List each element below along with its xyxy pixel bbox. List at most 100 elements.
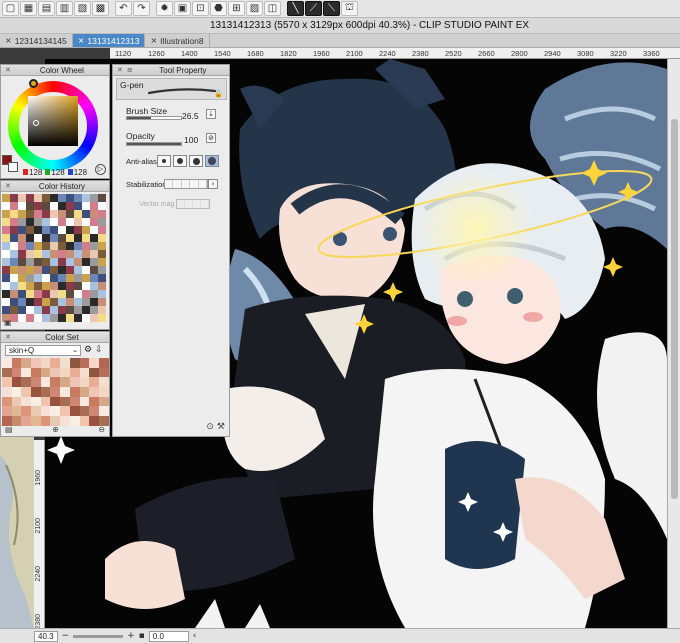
undo-icon[interactable]: ↶: [115, 1, 132, 16]
history-swatch[interactable]: [98, 194, 106, 202]
history-swatch[interactable]: [50, 298, 58, 306]
history-swatch[interactable]: [50, 258, 58, 266]
color-set-swatch[interactable]: [69, 387, 80, 397]
color-set-swatch[interactable]: [2, 406, 12, 417]
close-icon[interactable]: ✕: [5, 182, 11, 190]
color-set-swatch[interactable]: [98, 396, 109, 407]
history-swatch[interactable]: [98, 210, 106, 218]
history-swatch[interactable]: [74, 266, 82, 274]
history-swatch[interactable]: [58, 250, 66, 258]
history-swatch[interactable]: [34, 234, 42, 242]
history-swatch[interactable]: [10, 194, 18, 202]
history-swatch[interactable]: [98, 274, 106, 282]
color-set-swatch[interactable]: [50, 367, 61, 378]
history-swatch[interactable]: [2, 258, 10, 266]
history-swatch[interactable]: [26, 306, 34, 314]
history-swatch[interactable]: [90, 306, 98, 314]
close-tab-icon[interactable]: ×: [78, 36, 85, 45]
crop-icon[interactable]: ⊡: [192, 1, 209, 16]
color-set-swatch[interactable]: [40, 406, 51, 417]
color-set-swatch[interactable]: [50, 406, 61, 417]
history-swatch[interactable]: [58, 266, 66, 274]
history-swatch[interactable]: [2, 290, 10, 298]
export-icon[interactable]: ▩: [92, 1, 109, 16]
color-set-swatch[interactable]: [60, 367, 70, 378]
color-set-swatch[interactable]: [89, 358, 99, 368]
history-swatch[interactable]: [58, 242, 66, 250]
history-swatch[interactable]: [58, 210, 66, 218]
color-set-swatch[interactable]: [21, 396, 32, 407]
history-swatch[interactable]: [10, 234, 18, 242]
history-swatch[interactable]: [66, 274, 74, 282]
history-swatch[interactable]: [90, 226, 98, 234]
history-swatch[interactable]: [74, 306, 82, 314]
scrollbar-thumb[interactable]: [671, 119, 678, 499]
history-swatch[interactable]: [34, 266, 42, 274]
color-set-swatch[interactable]: [11, 387, 22, 397]
history-swatch[interactable]: [98, 306, 106, 314]
history-swatch[interactable]: [18, 218, 26, 226]
history-swatch[interactable]: [98, 202, 106, 210]
history-swatch[interactable]: [10, 202, 18, 210]
history-swatch[interactable]: [50, 202, 58, 210]
pen-alt-icon[interactable]: ⟋: [305, 1, 322, 16]
opacity-slider[interactable]: [126, 142, 182, 146]
history-swatch[interactable]: [34, 210, 42, 218]
redo-icon[interactable]: ↷: [133, 1, 150, 16]
history-swatch[interactable]: [42, 194, 50, 202]
close-tab-icon[interactable]: ×: [5, 36, 12, 45]
new-icon[interactable]: ▦: [20, 1, 37, 16]
color-set-dropdown[interactable]: skin+Q ⌄: [5, 345, 81, 356]
main-sub-color-swatches[interactable]: [2, 155, 22, 177]
color-set-swatch[interactable]: [40, 396, 51, 407]
history-swatch[interactable]: [82, 298, 90, 306]
history-swatch[interactable]: [2, 210, 10, 218]
history-swatch[interactable]: [18, 298, 26, 306]
history-swatch[interactable]: [10, 274, 18, 282]
history-swatch[interactable]: [66, 234, 74, 242]
history-swatch[interactable]: [74, 250, 82, 258]
color-set-swatch[interactable]: [89, 367, 99, 378]
color-set-swatch[interactable]: [11, 396, 22, 407]
color-set-swatch[interactable]: [69, 358, 80, 368]
history-swatch[interactable]: [34, 218, 42, 226]
history-swatch[interactable]: [74, 258, 82, 266]
history-swatch[interactable]: [42, 290, 50, 298]
history-swatch[interactable]: [90, 250, 98, 258]
color-set-swatch[interactable]: [98, 377, 109, 388]
fit-screen-icon[interactable]: ▪: [139, 631, 145, 641]
history-swatch[interactable]: [90, 218, 98, 226]
history-swatch[interactable]: [50, 282, 58, 290]
history-swatch[interactable]: [42, 274, 50, 282]
history-swatch[interactable]: [74, 210, 82, 218]
color-set-swatch[interactable]: [60, 358, 70, 368]
history-swatch[interactable]: [34, 274, 42, 282]
zoom-field[interactable]: 40.3: [34, 630, 58, 642]
history-swatch[interactable]: [58, 234, 66, 242]
history-swatch[interactable]: [42, 210, 50, 218]
history-swatch[interactable]: [98, 234, 106, 242]
color-set-swatch[interactable]: [50, 377, 61, 388]
history-swatch[interactable]: [90, 282, 98, 290]
color-set-swatch[interactable]: [98, 387, 109, 397]
history-swatch[interactable]: [10, 290, 18, 298]
history-swatch[interactable]: [42, 282, 50, 290]
history-swatch[interactable]: [90, 242, 98, 250]
color-set-swatch[interactable]: [31, 367, 41, 378]
history-swatch[interactable]: [2, 202, 10, 210]
color-set-swatch[interactable]: [79, 367, 90, 378]
history-swatch[interactable]: [10, 210, 18, 218]
history-swatch[interactable]: [66, 226, 74, 234]
history-swatch[interactable]: [82, 274, 90, 282]
color-set-swatch[interactable]: [60, 387, 70, 397]
history-swatch[interactable]: [98, 250, 106, 258]
color-set-swatch[interactable]: [89, 406, 99, 417]
color-set-swatch[interactable]: [98, 358, 109, 368]
history-swatch[interactable]: [34, 242, 42, 250]
history-swatch[interactable]: [2, 274, 10, 282]
history-swatch[interactable]: [18, 266, 26, 274]
history-swatch[interactable]: [82, 282, 90, 290]
history-swatch[interactable]: [26, 242, 34, 250]
history-swatch[interactable]: [18, 250, 26, 258]
pen-icon[interactable]: ╲: [287, 1, 304, 16]
